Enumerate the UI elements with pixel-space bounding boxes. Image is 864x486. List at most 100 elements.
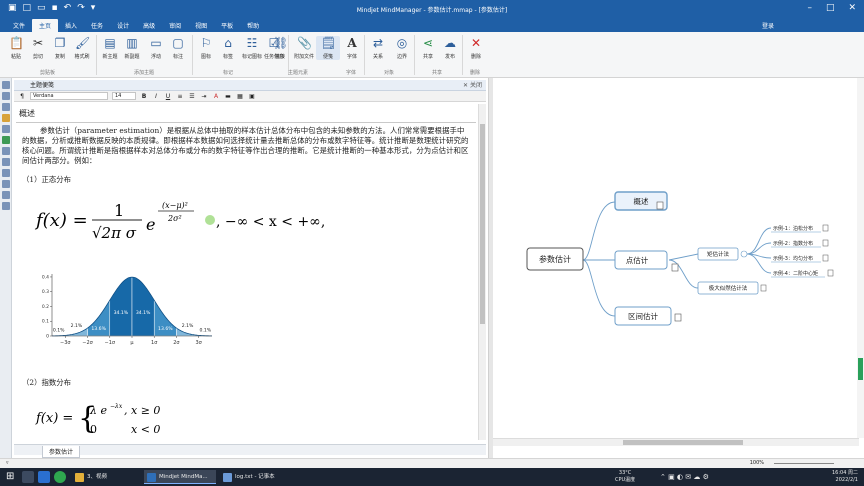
new-subtopic-button[interactable]: ▥ 新副题 bbox=[120, 36, 144, 60]
note-icon[interactable] bbox=[760, 284, 767, 292]
leaf-example-2[interactable]: 示例-2：指数分布 bbox=[771, 239, 829, 248]
tag-button[interactable]: ⌂ 标签 bbox=[216, 36, 240, 60]
paste-button[interactable]: 📋 粘贴 bbox=[4, 36, 28, 60]
format-icon[interactable]: ¶ bbox=[18, 93, 26, 100]
taskbar-item-notepad[interactable]: log.txt - 记事本 bbox=[220, 470, 296, 484]
pane-tab-icon[interactable] bbox=[2, 103, 10, 111]
icon-marker-button[interactable]: ⚐ 图标 bbox=[194, 36, 218, 60]
leaf-example-4[interactable]: 示例-4：二阶中心矩 bbox=[771, 269, 834, 278]
close-icon[interactable]: ✕ bbox=[848, 3, 856, 13]
note-icon[interactable] bbox=[822, 224, 829, 232]
central-topic[interactable]: 参数估计 bbox=[526, 247, 584, 271]
menu-view[interactable]: 视图 bbox=[188, 19, 214, 32]
table-icon[interactable]: ▦ bbox=[236, 93, 244, 100]
zoom-slider[interactable] bbox=[774, 463, 834, 464]
document-tab[interactable]: 参数估计 bbox=[42, 446, 81, 458]
subtopic-moment-estimation[interactable]: 矩估计法 bbox=[697, 247, 748, 261]
map-vertical-scrollbar[interactable] bbox=[857, 78, 864, 438]
pane-tab-icon[interactable] bbox=[2, 169, 10, 177]
tray-icons[interactable]: ⌃ ▣ ◐ ✉ ☁ ⚙ bbox=[660, 473, 709, 481]
menu-review[interactable]: 审阅 bbox=[162, 19, 188, 32]
collapse-toggle-icon[interactable] bbox=[740, 250, 748, 258]
highlight-icon[interactable]: ▬ bbox=[224, 93, 232, 100]
indent-icon[interactable]: ⇥ bbox=[200, 93, 208, 100]
mindmap-canvas[interactable]: 参数估计 概述 点估计 区间估计 矩估计法 极大似然估计法 示例-1：泊松分布 … bbox=[493, 78, 864, 438]
align-icon[interactable]: ≡ bbox=[176, 93, 184, 100]
note-icon[interactable] bbox=[822, 254, 829, 262]
font-button[interactable]: A 字体 bbox=[340, 36, 364, 60]
topic-interval-estimation[interactable]: 区间估计 bbox=[614, 306, 682, 326]
menu-insert[interactable]: 插入 bbox=[58, 19, 84, 32]
pane-tab-icon[interactable] bbox=[2, 136, 10, 144]
menu-task[interactable]: 任务 bbox=[84, 19, 110, 32]
delete-button[interactable]: ✕ 删除 bbox=[464, 36, 488, 60]
minimize-icon[interactable]: – bbox=[807, 3, 812, 13]
marker-button[interactable]: ☷ 标记图标 bbox=[240, 36, 264, 60]
note-icon[interactable] bbox=[671, 263, 679, 272]
publish-button[interactable]: ☁ 发布 bbox=[438, 36, 462, 60]
pane-tab-icon[interactable] bbox=[2, 180, 10, 188]
relationship-button[interactable]: ⇄ 关系 bbox=[366, 36, 390, 60]
leaf-example-3[interactable]: 示例-3：均匀分布 bbox=[771, 254, 829, 263]
menu-help[interactable]: 帮助 bbox=[240, 19, 266, 32]
format-painter-button[interactable]: 🖌 格式刷 bbox=[70, 36, 94, 60]
edge-browser-icon[interactable] bbox=[38, 471, 50, 483]
map-horizontal-scrollbar[interactable] bbox=[493, 438, 859, 446]
filter-icon[interactable]: ▿ bbox=[6, 459, 9, 468]
list-icon[interactable]: ☰ bbox=[188, 93, 196, 100]
callout-button[interactable]: ▢ 标注 bbox=[166, 36, 190, 60]
leaf-example-1[interactable]: 示例-1：泊松分布 bbox=[771, 224, 829, 233]
note-icon[interactable] bbox=[674, 313, 682, 322]
note-icon[interactable] bbox=[822, 239, 829, 247]
bold-icon[interactable]: B bbox=[140, 93, 148, 100]
image-icon[interactable]: ▣ bbox=[248, 93, 256, 100]
new-topic-button[interactable]: ▤ 新主题 bbox=[98, 36, 122, 60]
topic-overview[interactable]: 概述 bbox=[614, 191, 668, 211]
note-icon[interactable] bbox=[656, 201, 664, 210]
notes-button[interactable]: 🗒 便笺 bbox=[316, 36, 340, 60]
group-label-clipboard: 剪贴板 bbox=[40, 70, 56, 76]
menu-file[interactable]: 文件 bbox=[6, 19, 32, 32]
pane-tab-icon[interactable] bbox=[2, 191, 10, 199]
windows-start-icon[interactable]: ⊞ bbox=[6, 472, 16, 482]
taskbar-item-video-folder[interactable]: 3、视频 bbox=[72, 470, 140, 484]
pane-tab-icon[interactable] bbox=[2, 147, 10, 155]
scrollbar-thumb[interactable] bbox=[623, 440, 743, 445]
font-size-select[interactable]: 14 bbox=[112, 92, 136, 100]
menu-home[interactable]: 主页 bbox=[32, 18, 59, 32]
pane-tab-icon[interactable] bbox=[2, 125, 10, 133]
login-link[interactable]: 登录 bbox=[762, 21, 774, 30]
font-name-select[interactable]: Verdana bbox=[30, 92, 108, 100]
subtopic-mle[interactable]: 极大似然估计法 bbox=[697, 281, 767, 295]
pane-tab-icon[interactable] bbox=[2, 114, 10, 122]
scrollbar-thumb[interactable] bbox=[480, 124, 485, 324]
floating-topic-button[interactable]: ▭ 浮动 bbox=[144, 36, 168, 60]
share-button[interactable]: ⋖ 共享 bbox=[416, 36, 440, 60]
italic-icon[interactable]: I bbox=[152, 93, 160, 100]
notes-panel-close-button[interactable]: ✕ 关闭 bbox=[463, 80, 482, 91]
font-color-icon[interactable]: A bbox=[212, 93, 220, 100]
notes-vertical-scrollbar[interactable] bbox=[478, 104, 486, 440]
search-icon[interactable] bbox=[22, 471, 34, 483]
pane-tab-icon[interactable] bbox=[2, 81, 10, 89]
boundary-button[interactable]: ◎ 边界 bbox=[390, 36, 414, 60]
underline-icon[interactable]: U bbox=[164, 93, 172, 100]
note-icon[interactable] bbox=[827, 269, 834, 277]
link-button[interactable]: ⛓ 链接 bbox=[268, 36, 292, 60]
system-clock[interactable]: 16:04 周二 2022/2/1 bbox=[832, 470, 858, 484]
notes-editor[interactable]: 概述 参数估计（parameter estimation）是根据从总体中抽取的样… bbox=[16, 104, 478, 440]
menu-advanced[interactable]: 高级 bbox=[136, 19, 162, 32]
menu-tablet[interactable]: 平板 bbox=[214, 19, 240, 32]
wechat-icon[interactable] bbox=[54, 471, 66, 483]
taskbar-item-mindmanager[interactable]: Mindjet MindMa... bbox=[144, 470, 216, 484]
pane-tab-icon[interactable] bbox=[2, 202, 10, 210]
cut-button[interactable]: ✂ 剪切 bbox=[26, 36, 50, 60]
pane-tab-icon[interactable] bbox=[2, 158, 10, 166]
attach-file-button[interactable]: 📎 附加文件 bbox=[292, 36, 316, 60]
topic-point-estimation[interactable]: 点估计 bbox=[614, 250, 679, 272]
menu-design[interactable]: 设计 bbox=[110, 19, 136, 32]
maximize-icon[interactable]: □ bbox=[826, 3, 835, 13]
icon-marker-icon: ⚐ bbox=[200, 36, 212, 50]
copy-button[interactable]: ❐ 复制 bbox=[48, 36, 72, 60]
pane-tab-icon[interactable] bbox=[2, 92, 10, 100]
